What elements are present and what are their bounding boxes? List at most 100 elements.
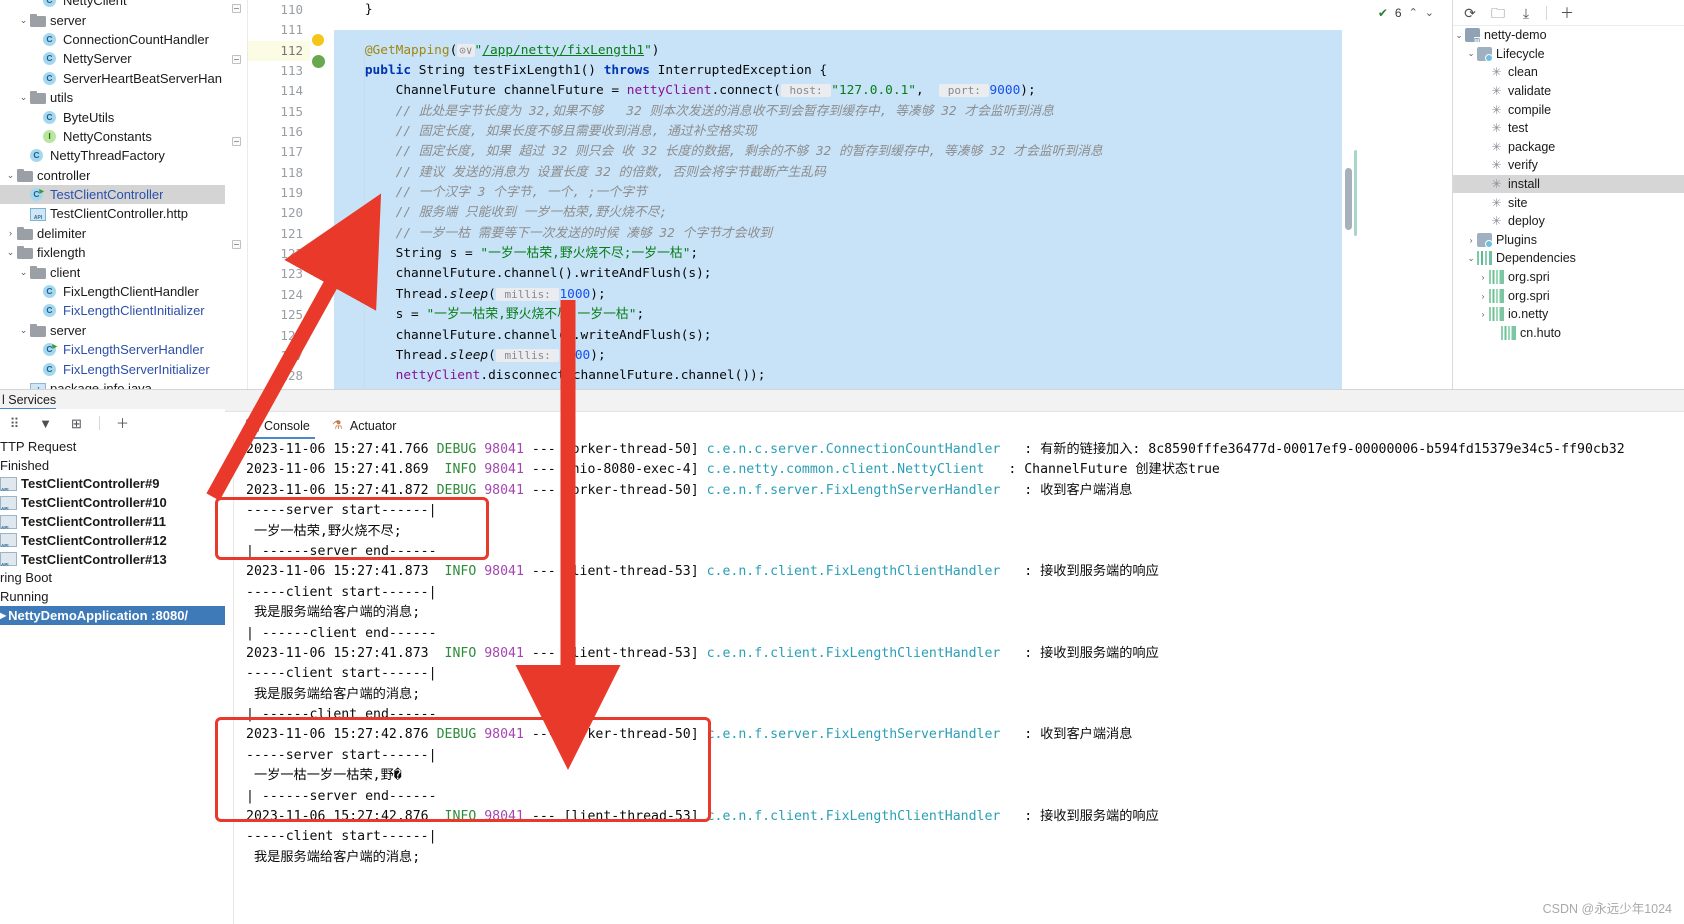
maven-item-compile[interactable]: ✳ compile (1453, 100, 1684, 119)
tree-item-fixlengthclientinitializer[interactable]: C FixLengthClientInitializer (0, 301, 225, 320)
new-tab-icon[interactable]: ⊞ (68, 415, 85, 432)
code-line[interactable]: Thread.sleep( millis: 1000); (334, 285, 1342, 305)
maven-item-test[interactable]: ✳ test (1453, 119, 1684, 138)
chevron-down-icon[interactable]: ⌄ (1465, 48, 1477, 59)
code-line[interactable]: ChannelFuture channelFuture = nettyClien… (334, 81, 1342, 101)
services-toolbar[interactable]: ⠿ ▼ ⊞ ＋ (0, 409, 225, 437)
code-editor[interactable]: 110 111 112 113 114 115 116 117 118 119 120 121 122 1… (225, 0, 1440, 389)
chevron-down-icon[interactable]: ⌄ (1465, 253, 1477, 264)
maven-item-package[interactable]: ✳ package (1453, 138, 1684, 157)
console-tab-bar[interactable]: Console ⚗ Actuator (225, 412, 1684, 439)
editor-error-stripe[interactable] (1342, 0, 1440, 389)
group-by-icon[interactable]: ⠿ (6, 415, 23, 432)
line-number[interactable]: 114 (248, 81, 310, 101)
tree-item-fixlengthserverhandler[interactable]: CFixLengthServerHandler (0, 340, 225, 359)
service-item-ttp-request[interactable]: TTP Request (0, 437, 225, 456)
service-item-finished[interactable]: Finished (0, 456, 225, 475)
code-line[interactable]: // 建议 发送的消息为 设置长度 32 的倍数, 否则会将字节截断产生乱码 (334, 163, 1342, 183)
line-number[interactable]: 121 (248, 224, 310, 244)
fold-marker[interactable] (232, 240, 241, 249)
maven-item-lifecycle[interactable]: ⌄ Lifecycle (1453, 45, 1684, 64)
chevron-down-icon[interactable]: ⌄ (1425, 6, 1434, 19)
maven-item-site[interactable]: ✳ site (1453, 193, 1684, 212)
maven-item-validate[interactable]: ✳ validate (1453, 82, 1684, 101)
tree-item-connectioncounthandler[interactable]: C ConnectionCountHandler (0, 30, 225, 49)
line-number[interactable]: 128 (248, 366, 310, 386)
service-item-testclientcontroller-12[interactable]: TestClientController#12 (0, 531, 225, 550)
tab-services[interactable]: l Services (0, 390, 57, 410)
tree-item-nettyconstants[interactable]: I NettyConstants (0, 127, 225, 146)
fold-marker[interactable] (232, 4, 241, 13)
tree-item-fixlength[interactable]: ⌄ fixlength (0, 243, 225, 262)
tab-console[interactable]: Console (237, 412, 319, 439)
line-number[interactable]: 118 (248, 163, 310, 183)
maven-item-install[interactable]: ✳ install (1453, 174, 1684, 194)
line-number[interactable]: 113 (248, 61, 310, 81)
code-line[interactable]: // 固定长度, 如果 超过 32 则只会 收 32 长度的数据, 剩余的不够 … (334, 142, 1342, 162)
service-item-nettydemoapplication-8080-[interactable]: ▶ NettyDemoApplication :8080/ (0, 606, 225, 625)
console-output[interactable]: 2023-11-06 15:27:41.766 DEBUG 98041 --- … (225, 439, 1684, 924)
chevron-up-icon[interactable]: ⌃ (1409, 6, 1418, 19)
tree-item-serverheartbeatserverhan[interactable]: C ServerHeartBeatServerHan (0, 69, 225, 88)
line-number[interactable]: 126 (248, 326, 310, 346)
line-number[interactable]: 122 (248, 244, 310, 264)
chevron-right-icon[interactable]: › (4, 228, 17, 238)
maven-item-cn-huto[interactable]: cn.huto (1453, 324, 1684, 343)
tree-item-server[interactable]: ⌄ server (0, 321, 225, 340)
project-tool-window[interactable]: C NettyClient ⌄ server C ConnectionCountHandl… (0, 0, 225, 389)
service-item-ring-boot[interactable]: ring Boot (0, 569, 225, 588)
tree-item-utils[interactable]: ⌄ utils (0, 88, 225, 107)
code-line[interactable]: // 固定长度, 如果长度不够且需要收到消息, 通过补空格实现 (334, 122, 1342, 142)
service-item-testclientcontroller-10[interactable]: TestClientController#10 (0, 493, 225, 512)
editor-text[interactable]: } @GetMapping(⊙∨ "/app/netty/fixLength1")… (334, 0, 1342, 389)
code-line[interactable]: @GetMapping(⊙∨ "/app/netty/fixLength1") (334, 41, 1342, 61)
tree-item-nettyclient[interactable]: C NettyClient (0, 0, 225, 10)
fold-marker[interactable] (232, 55, 241, 64)
code-line[interactable]: // 一个汉字 3 个字节, 一个, ;一个字节 (334, 183, 1342, 203)
editor-fold-gutter[interactable] (225, 0, 248, 389)
chevron-right-icon[interactable]: › (1465, 235, 1477, 245)
chevron-down-icon[interactable]: ⌄ (4, 170, 17, 181)
editor-scrollbar-thumb[interactable] (1345, 168, 1352, 230)
add-icon[interactable]: ＋ (1559, 5, 1575, 21)
download-sources-icon[interactable]: ⤓ (1518, 5, 1534, 21)
maven-item-org-spri[interactable]: › org.spri (1453, 268, 1684, 287)
tree-item-controller[interactable]: ⌄ controller (0, 166, 225, 185)
line-number[interactable]: 116 (248, 122, 310, 142)
chevron-down-icon[interactable]: ⌄ (1453, 30, 1465, 41)
line-number[interactable]: 110 (248, 0, 310, 20)
tree-item-testclientcontroller[interactable]: CTestClientController (0, 184, 225, 205)
run-console-panel[interactable]: Console ⚗ Actuator 2023-11-06 15:27:41.766… (225, 389, 1684, 924)
code-line[interactable]: channelFuture.channel().writeAndFlush(s)… (334, 264, 1342, 284)
maven-item-io-netty[interactable]: › io.netty (1453, 305, 1684, 324)
maven-item-clean[interactable]: ✳ clean (1453, 63, 1684, 82)
chevron-down-icon[interactable]: ⌄ (17, 15, 30, 26)
tab-actuator[interactable]: ⚗ Actuator (323, 412, 406, 439)
maven-tool-window[interactable]: ⟳ 🗀 ⤓ ＋ ⌄ netty-demo ⌄ Lifecycle ✳ clean ✳ vali… (1452, 0, 1684, 389)
code-line[interactable]: } (334, 0, 1342, 20)
tree-item-fixlengthclienthandler[interactable]: C FixLengthClientHandler (0, 282, 225, 301)
tree-item-byteutils[interactable]: C ByteUtils (0, 107, 225, 126)
services-tree[interactable]: TTP Request Finished TestClientController#… (0, 437, 225, 924)
code-line[interactable]: channelFuture.channel().writeAndFlush(s)… (334, 326, 1342, 346)
chevron-down-icon[interactable]: ⌄ (4, 247, 17, 258)
tree-item-testclientcontroller-http[interactable]: API TestClientController.http (0, 204, 225, 223)
add-icon[interactable]: ＋ (114, 415, 131, 432)
line-number[interactable]: 119 (248, 183, 310, 203)
service-item-running[interactable]: Running (0, 587, 225, 606)
line-number[interactable]: 123 (248, 264, 310, 284)
chevron-right-icon[interactable]: › (1477, 309, 1489, 319)
code-line[interactable] (334, 20, 1342, 40)
line-number[interactable]: 125 (248, 305, 310, 325)
line-number[interactable]: 127 (248, 346, 310, 366)
add-maven-project-icon[interactable]: 🗀 (1490, 5, 1506, 21)
tree-item-package-info-java[interactable]: Jpackage-info.java (0, 379, 225, 389)
code-line[interactable]: s = "一岁一枯荣,野火烧不尽;一岁一枯"; (334, 305, 1342, 325)
run-gutter-icon[interactable] (312, 55, 325, 68)
chevron-right-icon[interactable]: › (1477, 272, 1489, 282)
tree-item-nettythreadfactory[interactable]: C NettyThreadFactory (0, 146, 225, 165)
refresh-icon[interactable]: ⟳ (1462, 5, 1478, 21)
line-number[interactable]: 120 (248, 203, 310, 223)
chevron-right-icon[interactable]: › (1477, 291, 1489, 301)
maven-item-org-spri[interactable]: › org.spri (1453, 286, 1684, 305)
